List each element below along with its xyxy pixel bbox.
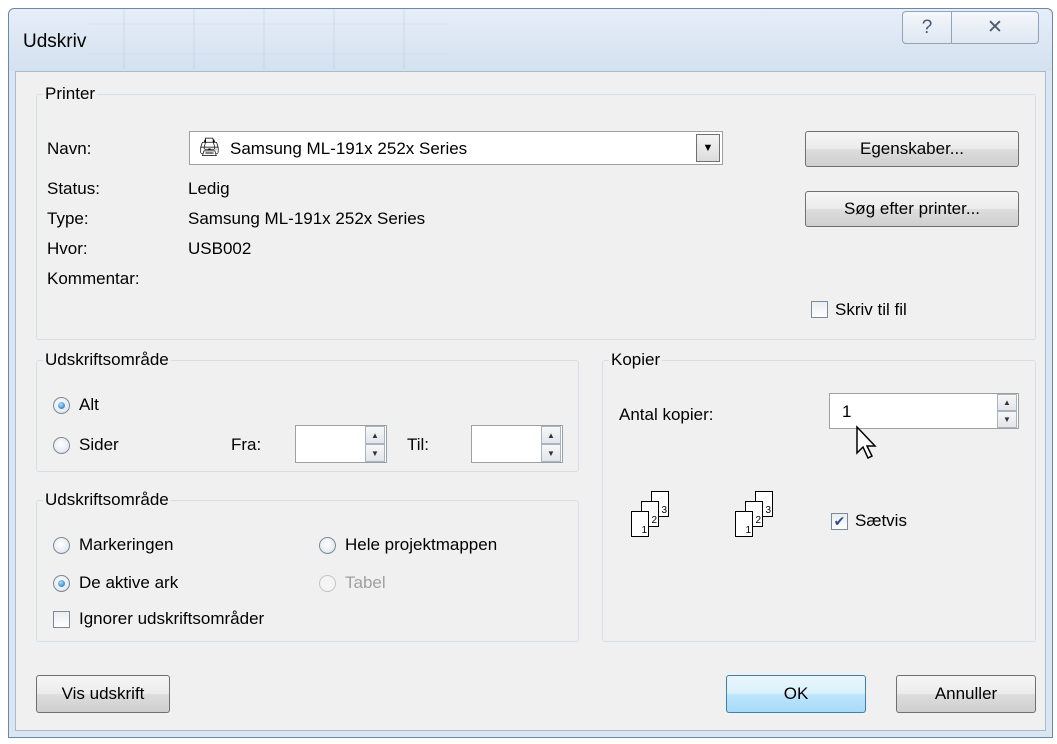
print-dialog: Udskriv ? ✕ Printer Navn: 🖨 Samsung ML-1…	[8, 8, 1053, 738]
to-page-input[interactable]: ▲ ▼	[471, 425, 563, 463]
mouse-cursor-icon	[856, 425, 877, 460]
print-range-group: Udskriftsområde Alt Sider Fra: ▲ ▼ Til: …	[36, 350, 579, 472]
active-sheets-radio[interactable]	[53, 575, 70, 592]
spin-up-icon[interactable]: ▲	[365, 426, 385, 444]
table-label: Tabel	[345, 573, 386, 592]
collate-pages-icon: 3 2 1	[725, 491, 785, 551]
print-to-file-label[interactable]: Skriv til fil	[835, 300, 907, 320]
printer-group-label: Printer	[43, 84, 98, 104]
print-range-group-label: Udskriftsområde	[43, 350, 171, 370]
spin-up-icon[interactable]: ▲	[997, 394, 1017, 411]
spin-down-icon[interactable]: ▼	[541, 444, 561, 462]
copies-count-input[interactable]: 1 ▲ ▼	[829, 393, 1019, 429]
title-bar-background	[89, 9, 449, 69]
dialog-client-area: Printer Navn: 🖨 Samsung ML-191x 252x Ser…	[15, 71, 1046, 731]
close-icon: ✕	[987, 17, 1003, 38]
print-to-file-checkbox[interactable]	[811, 301, 828, 318]
copies-count-value: 1	[842, 402, 852, 421]
active-sheets-label[interactable]: De aktive ark	[79, 573, 178, 593]
type-value: Samsung ML-191x 252x Series	[188, 209, 426, 228]
selection-radio[interactable]	[53, 537, 70, 554]
pages-radio[interactable]	[53, 437, 70, 454]
copies-count-label: Antal kopier:	[619, 405, 714, 424]
pages-label[interactable]: Sider	[79, 435, 119, 455]
copies-group-label: Kopier	[609, 350, 663, 370]
selection-label[interactable]: Markeringen	[79, 535, 174, 555]
ok-button[interactable]: OK	[726, 675, 866, 713]
all-label[interactable]: Alt	[79, 395, 99, 415]
spin-down-icon[interactable]: ▼	[997, 411, 1017, 428]
entire-workbook-radio[interactable]	[319, 537, 336, 554]
help-icon: ?	[921, 16, 933, 38]
where-value: USB002	[188, 239, 252, 258]
spin-down-icon[interactable]: ▼	[365, 444, 385, 462]
collate-checkbox[interactable]: ✔	[831, 513, 848, 530]
where-label: Hvor:	[47, 239, 88, 258]
preview-button[interactable]: Vis udskrift	[36, 675, 170, 713]
print-what-group-label: Udskriftsområde	[43, 490, 171, 510]
to-label: Til:	[407, 435, 430, 454]
collate-label[interactable]: Sætvis	[855, 511, 907, 531]
status-value: Ledig	[188, 179, 230, 198]
copies-group: Kopier Antal kopier: 1 ▲ ▼ 3 2 1 3 2 1 ✔…	[602, 350, 1036, 642]
ignore-areas-label[interactable]: Ignorer udskriftsområder	[79, 609, 264, 629]
entire-workbook-label[interactable]: Hele projektmappen	[345, 535, 497, 555]
printer-name-select[interactable]: 🖨 Samsung ML-191x 252x Series ▼	[189, 131, 723, 165]
table-radio	[319, 575, 336, 592]
all-radio[interactable]	[53, 397, 70, 414]
help-button[interactable]: ?	[902, 11, 952, 44]
type-label: Type:	[47, 209, 89, 228]
from-page-input[interactable]: ▲ ▼	[295, 425, 387, 463]
status-label: Status:	[47, 179, 100, 198]
name-label: Navn:	[47, 139, 92, 158]
close-button[interactable]: ✕	[951, 11, 1039, 44]
title-bar[interactable]: Udskriv ? ✕	[9, 9, 1052, 71]
printer-name-value: Samsung ML-191x 252x Series	[230, 139, 468, 158]
from-label: Fra:	[231, 435, 262, 454]
printer-icon: 🖨	[198, 137, 221, 157]
dialog-title: Udskriv	[23, 31, 87, 52]
chevron-down-icon[interactable]: ▼	[696, 134, 720, 162]
collate-pages-icon: 3 2 1	[621, 491, 681, 551]
properties-button[interactable]: Egenskaber...	[805, 131, 1019, 167]
cancel-button[interactable]: Annuller	[896, 675, 1036, 713]
print-what-group: Udskriftsområde Markeringen Hele projekt…	[36, 490, 579, 642]
spin-up-icon[interactable]: ▲	[541, 426, 561, 444]
printer-group: Printer Navn: 🖨 Samsung ML-191x 252x Ser…	[36, 84, 1036, 340]
ignore-areas-checkbox[interactable]	[53, 611, 70, 628]
comment-label: Kommentar:	[47, 269, 140, 288]
find-printer-button[interactable]: Søg efter printer...	[805, 191, 1019, 227]
